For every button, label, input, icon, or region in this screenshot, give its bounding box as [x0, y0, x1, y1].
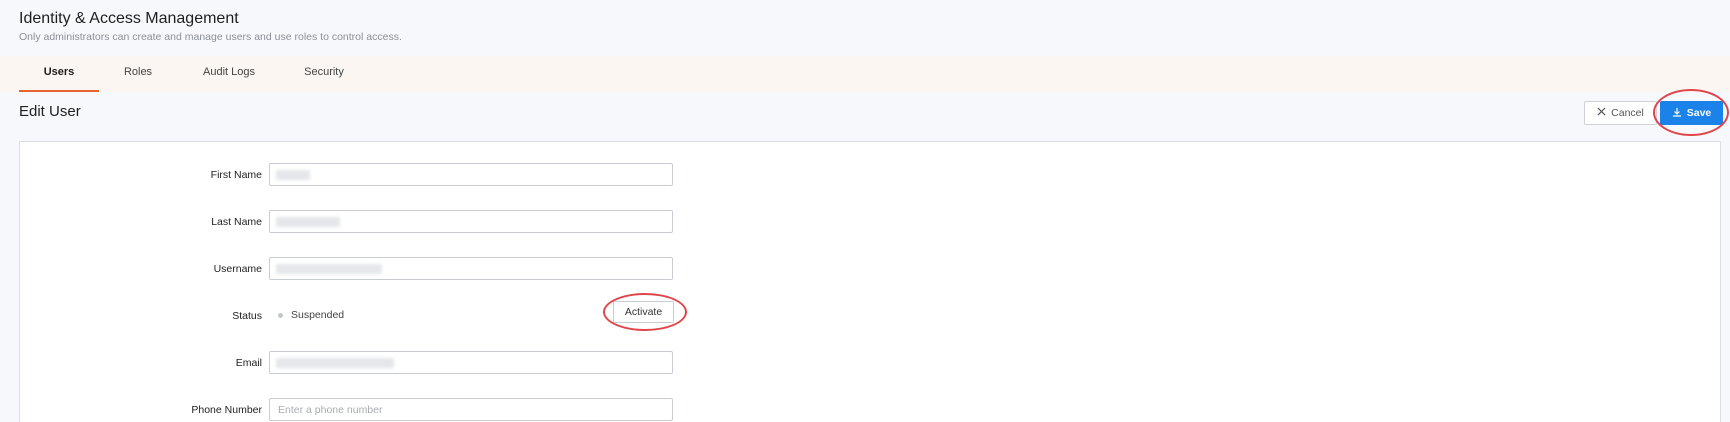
status-value: Suspended: [291, 309, 345, 321]
phone-number-input[interactable]: [269, 398, 673, 421]
tab-roles[interactable]: Roles: [113, 56, 163, 92]
username-redacted: [276, 264, 382, 274]
tab-security[interactable]: Security: [296, 56, 352, 92]
section-title: Edit User: [19, 103, 81, 120]
tab-bar: Users Roles Audit Logs Security: [0, 56, 1730, 92]
page-title: Identity & Access Management: [19, 10, 239, 27]
status-indicator-dot: [278, 313, 283, 318]
first-name-label: First Name: [210, 169, 262, 181]
first-name-redacted: [276, 170, 310, 180]
last-name-redacted: [276, 217, 340, 227]
username-label: Username: [213, 263, 262, 275]
activate-button[interactable]: Activate: [613, 301, 674, 323]
last-name-label: Last Name: [211, 216, 262, 228]
close-icon: [1597, 107, 1606, 119]
phone-number-label: Phone Number: [191, 404, 262, 416]
download-icon: [1672, 107, 1682, 120]
tab-audit-logs[interactable]: Audit Logs: [196, 56, 262, 92]
cancel-button[interactable]: Cancel: [1584, 101, 1657, 125]
page-subtitle: Only administrators can create and manag…: [19, 31, 402, 43]
email-label: Email: [235, 357, 262, 369]
email-redacted: [276, 358, 394, 368]
page-header: Identity & Access Management Only admini…: [0, 0, 1730, 56]
cancel-button-label: Cancel: [1611, 107, 1644, 119]
save-button[interactable]: Save: [1660, 101, 1723, 125]
save-button-label: Save: [1686, 107, 1712, 119]
first-name-input[interactable]: [269, 163, 673, 186]
activate-button-label: Activate: [624, 306, 663, 318]
status-label: Status: [232, 310, 262, 322]
tab-users[interactable]: Users: [19, 56, 99, 92]
